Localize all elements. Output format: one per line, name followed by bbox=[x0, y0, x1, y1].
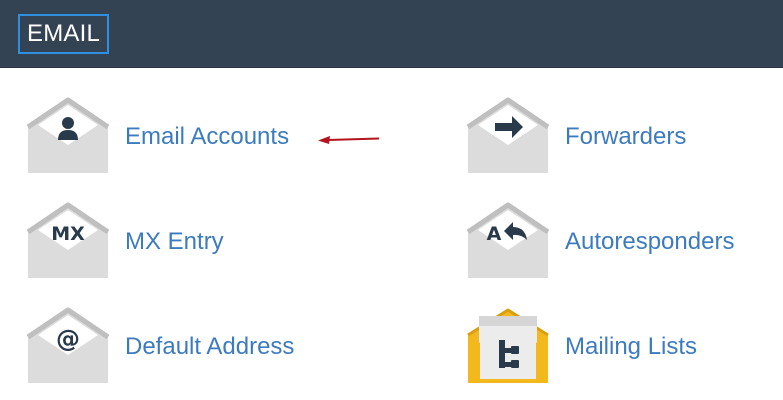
email-accounts-label: Email Accounts bbox=[125, 123, 290, 150]
section-title[interactable]: EMAIL bbox=[18, 14, 110, 54]
forward-arrow-envelope-icon bbox=[465, 97, 551, 177]
at-glyph: @ bbox=[56, 325, 80, 353]
email-section-header: EMAIL bbox=[0, 0, 783, 68]
mx-entry-link[interactable]: MX MX Entry bbox=[25, 202, 365, 282]
mx-entry-label: MX Entry bbox=[125, 228, 224, 255]
autoresponders-label: Autoresponders bbox=[565, 228, 735, 255]
user-envelope-icon bbox=[25, 97, 111, 177]
forwarders-link[interactable]: Forwarders bbox=[465, 97, 783, 177]
mailing-lists-link[interactable]: Mailing Lists bbox=[465, 307, 783, 387]
annotation-arrow-icon bbox=[318, 136, 380, 144]
default-address-label: Default Address bbox=[125, 333, 295, 360]
mailing-lists-label: Mailing Lists bbox=[565, 333, 698, 360]
mx-envelope-icon: MX bbox=[25, 202, 111, 282]
email-accounts-link[interactable]: Email Accounts bbox=[25, 97, 365, 177]
mx-glyph: MX bbox=[51, 223, 85, 245]
autoreply-envelope-icon: A bbox=[465, 202, 551, 282]
autoresponders-link[interactable]: A Autoresponders bbox=[465, 202, 783, 282]
at-sign-envelope-icon: @ bbox=[25, 307, 111, 387]
default-address-link[interactable]: @ Default Address bbox=[25, 307, 365, 387]
forwarders-label: Forwarders bbox=[565, 123, 687, 150]
mailing-list-envelope-icon bbox=[465, 307, 551, 387]
autoresponder-glyph: A bbox=[487, 223, 502, 245]
